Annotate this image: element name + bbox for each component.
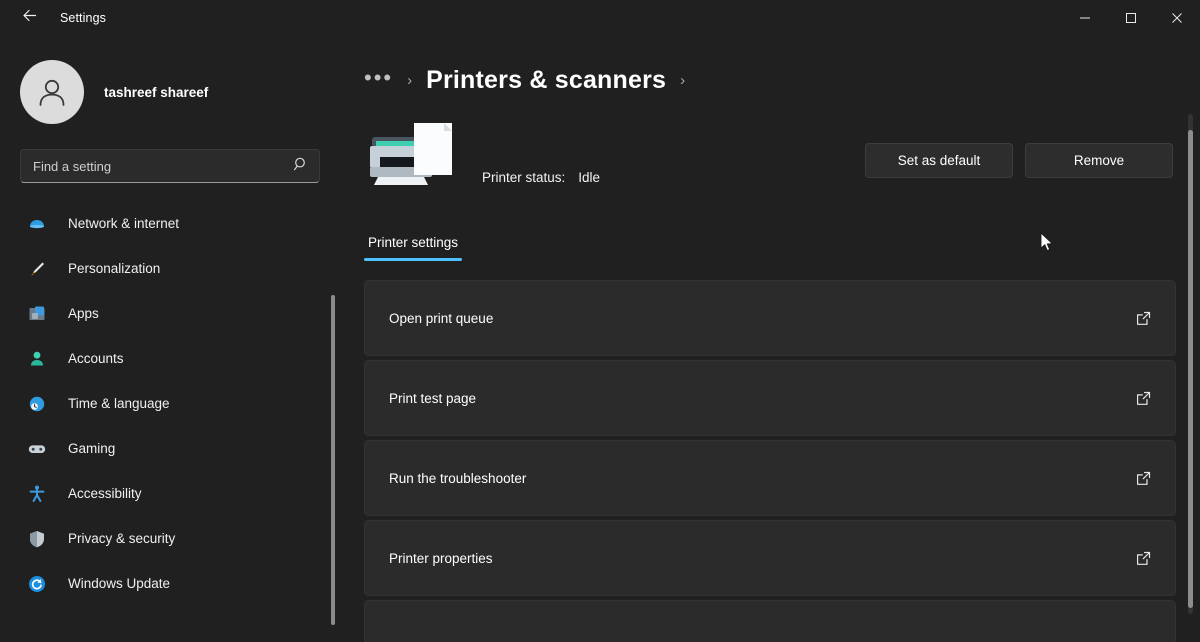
printer-status: Printer status: Idle	[482, 170, 600, 185]
card-label: Printer properties	[389, 551, 493, 566]
breadcrumb-separator: ›	[407, 72, 412, 89]
tab-printer-settings[interactable]: Printer settings	[364, 235, 462, 261]
sidebar-item-label: Apps	[68, 306, 99, 321]
sidebar-item-personalization[interactable]: Personalization	[14, 246, 326, 291]
shield-icon	[26, 528, 48, 550]
tab-label: Printer settings	[368, 235, 458, 250]
minimize-button[interactable]	[1062, 0, 1108, 36]
windows-update-refresh-icon	[26, 573, 48, 595]
profile-name: tashreef shareef	[104, 85, 208, 100]
accounts-person-icon	[26, 348, 48, 370]
sidebar-item-privacy-security[interactable]: Privacy & security	[14, 516, 326, 561]
sidebar-item-label: Network & internet	[68, 216, 179, 231]
sidebar-item-label: Gaming	[68, 441, 115, 456]
sidebar-item-label: Personalization	[68, 261, 160, 276]
printer-status-value: Idle	[578, 170, 600, 185]
settings-window: Settings	[0, 0, 1200, 642]
sidebar: tashreef shareef	[0, 36, 340, 642]
sidebar-item-windows-update[interactable]: Windows Update	[14, 561, 326, 606]
main-scrollbar[interactable]	[1188, 114, 1193, 614]
sidebar-item-time-language[interactable]: Time & language	[14, 381, 326, 426]
search-box[interactable]	[20, 149, 320, 183]
accessibility-person-icon	[26, 483, 48, 505]
sidebar-item-accessibility[interactable]: Accessibility	[14, 471, 326, 516]
sidebar-item-network-internet[interactable]: Network & internet	[14, 201, 326, 246]
sidebar-item-label: Privacy & security	[68, 531, 175, 546]
external-link-icon	[1133, 308, 1153, 328]
printer-status-label: Printer status:	[482, 170, 565, 185]
page-title: Printers & scanners	[426, 66, 666, 95]
sidebar-item-label: Accessibility	[68, 486, 142, 501]
back-button[interactable]	[12, 3, 46, 33]
sidebar-item-label: Accounts	[68, 351, 124, 366]
card-printer-properties[interactable]: Printer properties	[364, 520, 1176, 596]
close-button[interactable]	[1154, 0, 1200, 36]
set-as-default-button[interactable]: Set as default	[865, 143, 1013, 178]
maximize-button[interactable]	[1108, 0, 1154, 36]
card-label: Print test page	[389, 391, 476, 406]
card-label: Run the troubleshooter	[389, 471, 526, 486]
card-label: Open print queue	[389, 311, 493, 326]
printer-summary: Printer status: Idle Set as default Remo…	[364, 115, 1200, 195]
clock-icon	[26, 393, 48, 415]
sidebar-item-gaming[interactable]: Gaming	[14, 426, 326, 471]
title-bar: Settings	[0, 0, 1200, 36]
window-controls	[1062, 0, 1200, 36]
paintbrush-icon	[26, 258, 48, 280]
app-title: Settings	[60, 11, 106, 25]
printer-actions: Set as default Remove	[865, 143, 1173, 178]
sidebar-nav: Network & internet Personalization	[0, 201, 340, 606]
main-scrollbar-thumb[interactable]	[1188, 130, 1193, 608]
tab-selected-indicator	[364, 258, 462, 261]
card-run-the-troubleshooter[interactable]: Run the troubleshooter	[364, 440, 1176, 516]
external-link-icon	[1133, 388, 1153, 408]
gamepad-icon	[26, 438, 48, 460]
search-input[interactable]	[33, 159, 293, 174]
remove-button[interactable]: Remove	[1025, 143, 1173, 178]
printer-icon	[364, 117, 460, 193]
search-icon	[293, 156, 309, 177]
sidebar-item-apps[interactable]: Apps	[14, 291, 326, 336]
sidebar-scrollbar-thumb[interactable]	[331, 295, 335, 625]
sidebar-item-label: Windows Update	[68, 576, 170, 591]
user-profile[interactable]: tashreef shareef	[0, 36, 340, 124]
breadcrumb-overflow-button[interactable]: •••	[364, 67, 393, 95]
external-link-icon	[1133, 548, 1153, 568]
apps-grid-icon	[26, 303, 48, 325]
main-content: ••• › Printers & scanners › Printer	[340, 36, 1200, 642]
sidebar-item-label: Time & language	[68, 396, 170, 411]
sidebar-item-accounts[interactable]: Accounts	[14, 336, 326, 381]
external-link-icon	[1133, 468, 1153, 488]
card-print-test-page[interactable]: Print test page	[364, 360, 1176, 436]
avatar	[20, 60, 84, 124]
breadcrumb: ••• › Printers & scanners ›	[340, 36, 1200, 95]
breadcrumb-trailing-separator: ›	[680, 72, 685, 89]
settings-card-list: Open print queue Print test page	[364, 280, 1176, 642]
network-globe-icon	[26, 213, 48, 235]
search-container	[20, 149, 320, 183]
sidebar-scrollbar[interactable]	[331, 295, 335, 625]
back-arrow-icon	[21, 7, 38, 29]
card-open-print-queue[interactable]: Open print queue	[364, 280, 1176, 356]
card-next-partial[interactable]	[364, 600, 1176, 642]
person-avatar-icon	[33, 73, 71, 111]
tab-bar: Printer settings	[364, 235, 1200, 261]
